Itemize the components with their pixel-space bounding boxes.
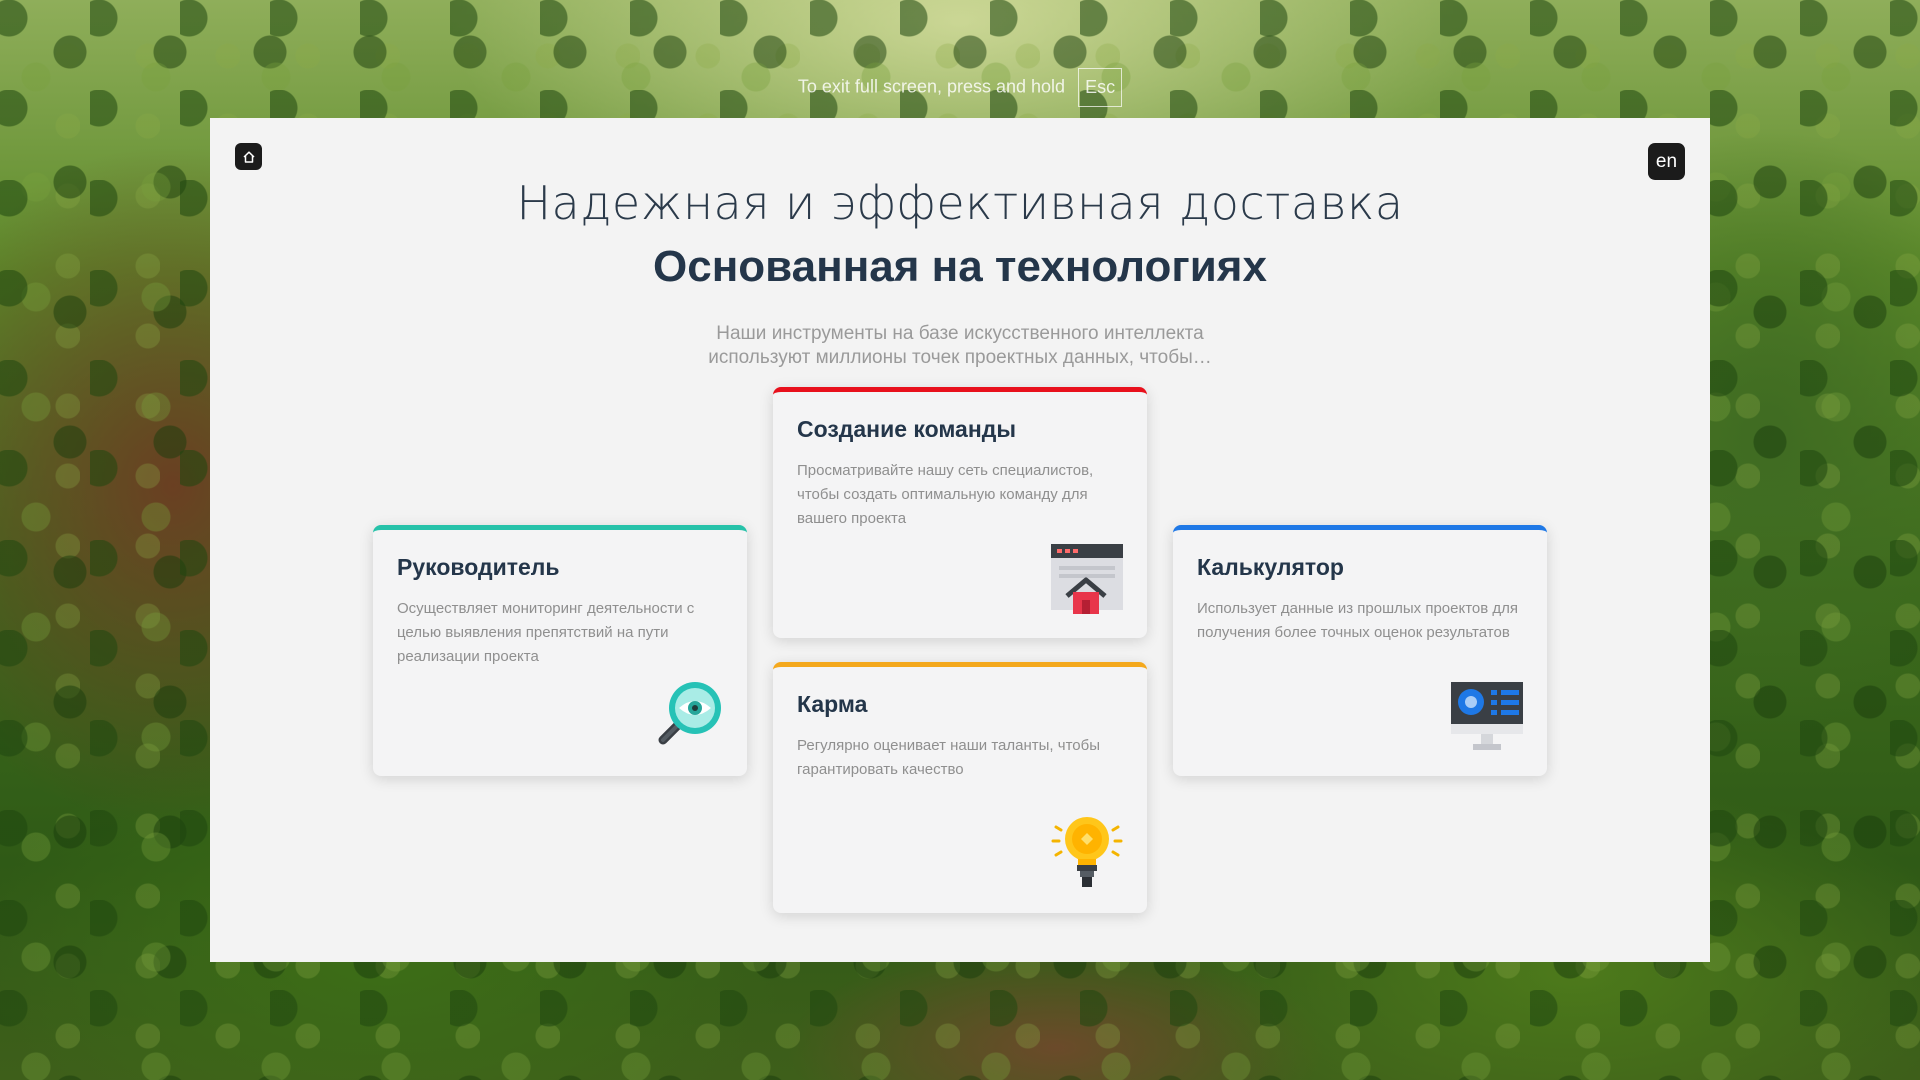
card-team-text: Просматривайте нашу сеть специалистов, ч…: [797, 462, 1094, 527]
card-karma-title: Карма: [797, 691, 868, 717]
page-subtitle-bold: Основанная на технологиях: [653, 242, 1267, 291]
card-leader[interactable]: Руководитель Осуществляет мониторинг дея…: [373, 525, 747, 776]
card-karma[interactable]: Карма Регулярно оценивает наши таланты, …: [773, 662, 1147, 913]
description-line-2: используют миллионы точек проектных данн…: [708, 347, 1212, 368]
card-team-building[interactable]: Создание команды Просматривайте нашу сет…: [773, 387, 1147, 638]
fullscreen-exit-notice: To exit full screen, press and hold Esc: [0, 68, 1920, 107]
monitor-report-icon: [1451, 682, 1523, 750]
page-description: Наши инструменты на базе искусственного …: [685, 322, 1235, 370]
description-line-1: Наши инструменты на базе искусственного …: [716, 323, 1204, 344]
lightbulb-icon: [1051, 817, 1123, 887]
card-leader-title: Руководитель: [397, 554, 560, 580]
magnifier-eye-icon: [658, 682, 721, 745]
card-team-title: Создание команды: [797, 416, 1016, 442]
main-panel: en Надежная и эффективная доставка Основ…: [210, 118, 1710, 962]
page-title: Надежная и эффективная доставка: [516, 176, 1404, 230]
card-calc-title: Калькулятор: [1197, 554, 1344, 580]
card-calculator[interactable]: Калькулятор Использует данные из прошлых…: [1173, 525, 1547, 776]
esc-key-label: Esc: [1078, 68, 1123, 107]
card-calc-text: Использует данные из прошлых проектов дл…: [1197, 600, 1519, 641]
language-button[interactable]: en: [1648, 143, 1685, 180]
house-icon: [242, 150, 255, 163]
home-button[interactable]: [235, 143, 262, 170]
fullscreen-notice-text: To exit full screen, press and hold: [797, 76, 1066, 97]
card-karma-text: Регулярно оценивает наши таланты, чтобы …: [797, 737, 1100, 778]
browser-home-icon: [1051, 544, 1123, 614]
card-leader-text: Осуществляет мониторинг деятельности с ц…: [397, 600, 695, 665]
